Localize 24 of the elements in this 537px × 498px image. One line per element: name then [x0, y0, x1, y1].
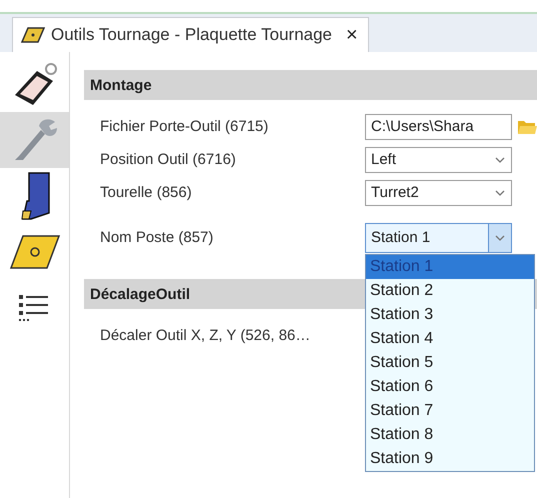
- dropdown-option[interactable]: Station 6: [366, 375, 534, 399]
- property-label: Tourelle (856): [99, 184, 193, 201]
- property-label: Fichier Porte-Outil (6715): [99, 118, 270, 135]
- insert-icon: [21, 27, 45, 43]
- dropdown[interactable]: Station 1: [365, 222, 512, 252]
- dropdown-option[interactable]: Station 9: [366, 447, 534, 471]
- path-field[interactable]: C:\Users\Shara: [365, 114, 512, 140]
- insert-icon: [8, 234, 60, 270]
- chevron-down-icon: [495, 234, 505, 240]
- dropdown[interactable]: Turret2: [365, 180, 512, 206]
- dropdown-option[interactable]: Station 4: [366, 327, 534, 351]
- property-label: Décaler Outil X, Z, Y (526, 86…: [99, 327, 312, 344]
- chevron-down-icon: [495, 190, 505, 196]
- property-label: Nom Poste (857): [99, 229, 214, 246]
- property-label: Position Outil (6716): [99, 151, 237, 168]
- document-tab[interactable]: Outils Tournage - Plaquette Tournage ×: [12, 17, 369, 52]
- dropdown-option[interactable]: Station 2: [366, 279, 534, 303]
- close-icon[interactable]: ×: [346, 24, 358, 46]
- dropdown-option[interactable]: Station 7: [366, 399, 534, 423]
- chevron-down-icon: [495, 156, 505, 162]
- dropdown-option[interactable]: Station 8: [366, 423, 534, 447]
- section-header[interactable]: Montage: [84, 70, 537, 100]
- dropdown-option[interactable]: Station 5: [366, 351, 534, 375]
- dropdown[interactable]: Left: [365, 146, 512, 172]
